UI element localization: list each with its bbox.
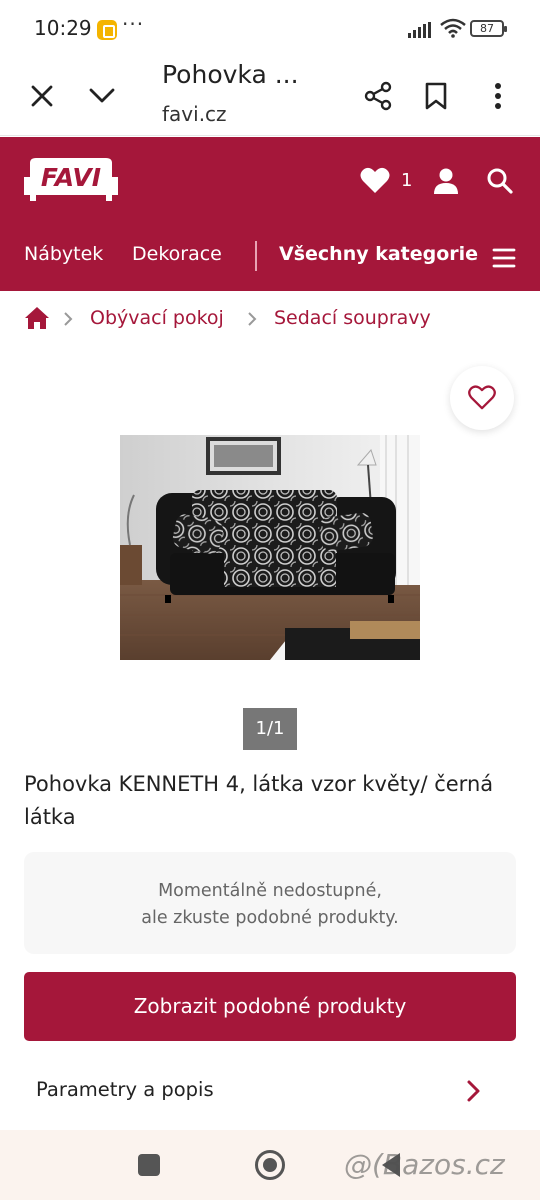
close-icon[interactable]	[24, 78, 60, 114]
product-image[interactable]	[120, 435, 420, 660]
share-icon[interactable]	[360, 78, 396, 114]
battery-indicator: 87	[470, 20, 507, 37]
site-header: FAVI 1 Nábytek Dekorace Všechny kategori…	[0, 137, 540, 291]
nav-item-nabytek[interactable]: Nábytek	[24, 243, 103, 265]
nav-item-all-categories[interactable]: Všechny kategorie	[279, 243, 478, 265]
system-navigation-bar: @(Bazos.cz	[0, 1130, 540, 1200]
chevron-right-icon	[246, 310, 258, 332]
browser-toolbar: Pohovka ... favi.cz	[0, 58, 540, 136]
heart-outline-icon	[468, 385, 496, 410]
nav-item-dekorace[interactable]: Dekorace	[132, 243, 222, 265]
recents-icon[interactable]	[138, 1154, 160, 1176]
favorites-count: 1	[401, 170, 413, 191]
more-notifications-icon: ···	[122, 12, 145, 36]
breadcrumb: Obývací pokoj Sedací soupravy	[0, 292, 540, 346]
favi-logo[interactable]: FAVI	[22, 157, 120, 203]
chevron-down-icon[interactable]	[84, 78, 120, 114]
wifi-icon	[440, 18, 466, 38]
availability-notice: Momentálně nedostupné, ale zkuste podobn…	[24, 852, 516, 954]
show-similar-products-button[interactable]: Zobrazit podobné produkty	[24, 972, 516, 1041]
notification-app-icon	[97, 20, 117, 40]
logo-text: FAVI	[40, 163, 102, 192]
heart-icon[interactable]	[360, 167, 390, 199]
bookmark-icon[interactable]	[418, 78, 454, 114]
more-vertical-icon[interactable]	[480, 78, 516, 114]
hamburger-menu-icon[interactable]	[492, 248, 516, 272]
user-icon[interactable]	[433, 167, 459, 199]
home-button-icon[interactable]	[255, 1150, 285, 1180]
watermark: @(Bazos.cz	[344, 1148, 505, 1181]
signal-icon	[408, 22, 431, 38]
parameters-label: Parametry a popis	[36, 1078, 214, 1101]
product-title: Pohovka KENNETH 4, látka vzor květy/ čer…	[24, 772, 494, 829]
chevron-right-icon	[62, 310, 74, 332]
availability-line-1: Momentálně nedostupné,	[158, 881, 382, 901]
add-to-favorites-button[interactable]	[450, 366, 514, 430]
page-domain: favi.cz	[162, 102, 227, 126]
nav-divider	[255, 241, 257, 271]
availability-line-2: ale zkuste podobné produkty.	[141, 908, 399, 928]
gallery-page-indicator: 1/1	[243, 708, 297, 750]
category-nav: Nábytek Dekorace Všechny kategorie	[0, 235, 540, 279]
status-time: 10:29	[34, 16, 92, 40]
parameters-and-description-row[interactable]: Parametry a popis	[0, 1058, 540, 1124]
availability-text: Momentálně nedostupné, ale zkuste podobn…	[24, 878, 516, 932]
search-icon[interactable]	[486, 167, 514, 199]
status-bar: 10:29 ··· 87	[0, 0, 540, 58]
home-icon[interactable]	[24, 306, 50, 334]
breadcrumb-sedaci-soupravy[interactable]: Sedací soupravy	[274, 307, 431, 329]
page-title: Pohovka ...	[162, 60, 299, 89]
breadcrumb-obyvaci-pokoj[interactable]: Obývací pokoj	[90, 307, 224, 329]
chevron-right-icon	[466, 1079, 482, 1107]
